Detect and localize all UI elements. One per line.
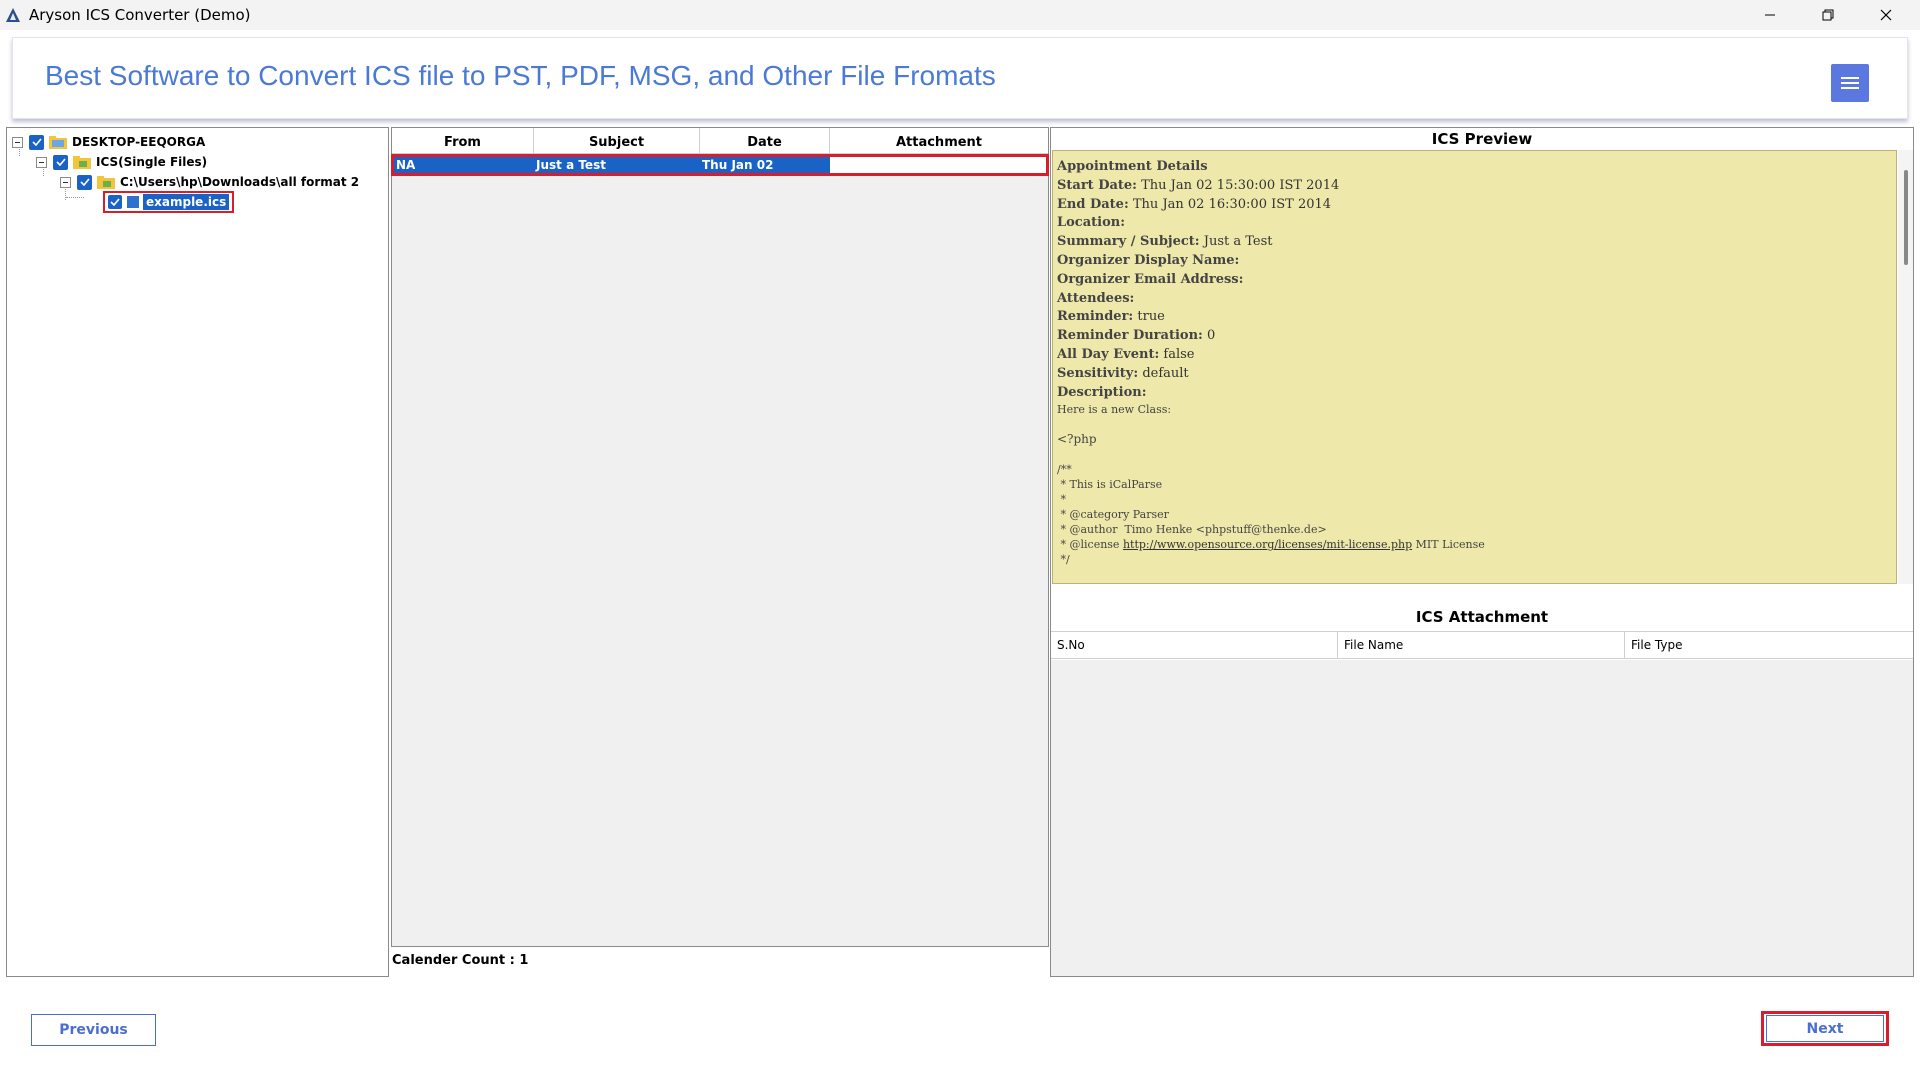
scrollbar-thumb[interactable] (1904, 170, 1908, 265)
ics-preview-content[interactable]: Appointment Details Start Date: Thu Jan … (1052, 150, 1897, 584)
table-row[interactable]: NA Just a Test Thu Jan 02 (391, 154, 1049, 176)
preview-field: Reminder Duration: 0 (1057, 328, 1216, 344)
checkbox-checked[interactable] (77, 174, 92, 190)
tree-folder-label: C:\Users\hp\Downloads\all format 2 (120, 175, 360, 189)
checkmark-icon (79, 178, 90, 186)
tree-node-root[interactable]: DESKTOP-EEQORGA (12, 133, 205, 151)
tree-node-folder[interactable]: C:\Users\hp\Downloads\all format 2 (60, 173, 359, 191)
preview-panel: ICS Preview Appointment Details Start Da… (1050, 127, 1914, 977)
license-link[interactable]: http://www.opensource.org/licenses/mit-l… (1123, 538, 1412, 551)
hamburger-menu-icon (1841, 77, 1859, 89)
checkmark-icon (31, 138, 42, 146)
preview-title: ICS Preview (1431, 130, 1533, 148)
collapse-toggle-icon[interactable] (60, 176, 71, 188)
calendar-list-panel: From Subject Date Attachment NA Just a T… (391, 127, 1049, 947)
column-header-file-type[interactable]: File Type (1625, 632, 1912, 659)
collapse-toggle-icon[interactable] (36, 156, 47, 168)
list-header: From Subject Date Attachment (392, 128, 1048, 154)
close-button[interactable] (1857, 0, 1915, 30)
banner-title: Best Software to Convert ICS file to PST… (45, 60, 996, 91)
column-header-attachment[interactable]: Attachment (830, 128, 1048, 154)
attachment-table-body (1051, 660, 1913, 976)
checkbox-checked[interactable] (108, 195, 122, 209)
description-text: * @category Parser (1057, 508, 1169, 522)
checkbox-checked[interactable] (29, 134, 44, 150)
tree-file-label[interactable]: example.ics (141, 193, 231, 211)
restore-button[interactable] (1799, 0, 1857, 30)
description-text: \tclass iCalParse (1057, 582, 1892, 583)
column-header-subject[interactable]: Subject (534, 128, 700, 154)
cell-from: NA (394, 157, 534, 173)
window-title: Aryson ICS Converter (Demo) (29, 6, 251, 24)
preview-field: Organizer Email Address: (1057, 271, 1244, 287)
folder-icon (97, 176, 115, 189)
preview-scrollbar[interactable] (1898, 150, 1913, 584)
preview-field: All Day Event: false (1057, 346, 1195, 362)
main-window: Best Software to Convert ICS file to PST… (0, 30, 1920, 1080)
computer-folder-icon (49, 136, 67, 149)
minimize-icon (1765, 14, 1775, 16)
next-button-label[interactable]: Next (1766, 1015, 1884, 1042)
preview-field: Summary / Subject: Just a Test (1057, 234, 1273, 250)
checkbox-checked[interactable] (53, 154, 68, 170)
attachment-table-header: S.No File Name File Type (1051, 631, 1913, 659)
description-text: */ (1057, 553, 1070, 567)
cell-attachment (830, 157, 1046, 173)
app-logo-icon (5, 7, 21, 23)
next-button[interactable]: Next (1761, 1011, 1889, 1046)
preview-field: Sensitivity: default (1057, 365, 1189, 381)
preview-field: Location: (1057, 215, 1126, 231)
description-text: * @license http://www.opensource.org/lic… (1057, 538, 1485, 552)
minimize-button[interactable] (1741, 0, 1799, 30)
column-header-sno[interactable]: S.No (1051, 632, 1338, 659)
description-text: * @author Timo Henke <phpstuff@thenke.de… (1057, 523, 1327, 537)
header-banner: Best Software to Convert ICS file to PST… (12, 37, 1908, 119)
preview-field: Attendees: (1057, 290, 1135, 306)
cell-date: Thu Jan 02 (700, 157, 830, 173)
column-header-file-name[interactable]: File Name (1338, 632, 1625, 659)
preview-field: Start Date: Thu Jan 02 15:30:00 IST 2014 (1057, 177, 1340, 193)
description-text: * (1057, 493, 1066, 507)
cell-subject: Just a Test (534, 157, 700, 173)
tree-node-file[interactable]: example.ics (103, 191, 234, 213)
attachment-title: ICS Attachment (1415, 608, 1549, 626)
folder-icon (73, 156, 91, 169)
tree-node-group[interactable]: ICS(Single Files) (36, 153, 207, 171)
tree-root-label: DESKTOP-EEQORGA (72, 135, 206, 149)
description-text: * This is iCalParse (1057, 478, 1163, 492)
folder-tree-panel (6, 127, 389, 977)
description-text: Here is a new Class: (1057, 403, 1172, 417)
close-icon (1880, 9, 1892, 21)
checkmark-icon (55, 158, 66, 166)
calendar-count: Calender Count : 1 (392, 953, 529, 968)
description-text: /** (1057, 463, 1072, 477)
title-bar: Aryson ICS Converter (Demo) (0, 0, 1920, 30)
preview-field: Organizer Display Name: (1057, 252, 1240, 268)
checkmark-icon (110, 198, 120, 206)
preview-field: Reminder: true (1057, 309, 1165, 325)
preview-heading: Appointment Details (1057, 159, 1208, 174)
preview-field: Description: (1057, 384, 1147, 400)
restore-icon (1822, 9, 1834, 21)
column-header-from[interactable]: From (392, 128, 534, 154)
preview-field: End Date: Thu Jan 02 16:30:00 IST 2014 (1057, 196, 1332, 212)
menu-button[interactable] (1831, 64, 1869, 102)
ics-file-icon (126, 195, 140, 209)
tree-group-label: ICS(Single Files) (96, 155, 208, 169)
previous-button[interactable]: Previous (31, 1014, 156, 1046)
column-header-date[interactable]: Date (700, 128, 830, 154)
collapse-toggle-icon[interactable] (12, 136, 23, 148)
description-text: <?php (1057, 432, 1097, 447)
